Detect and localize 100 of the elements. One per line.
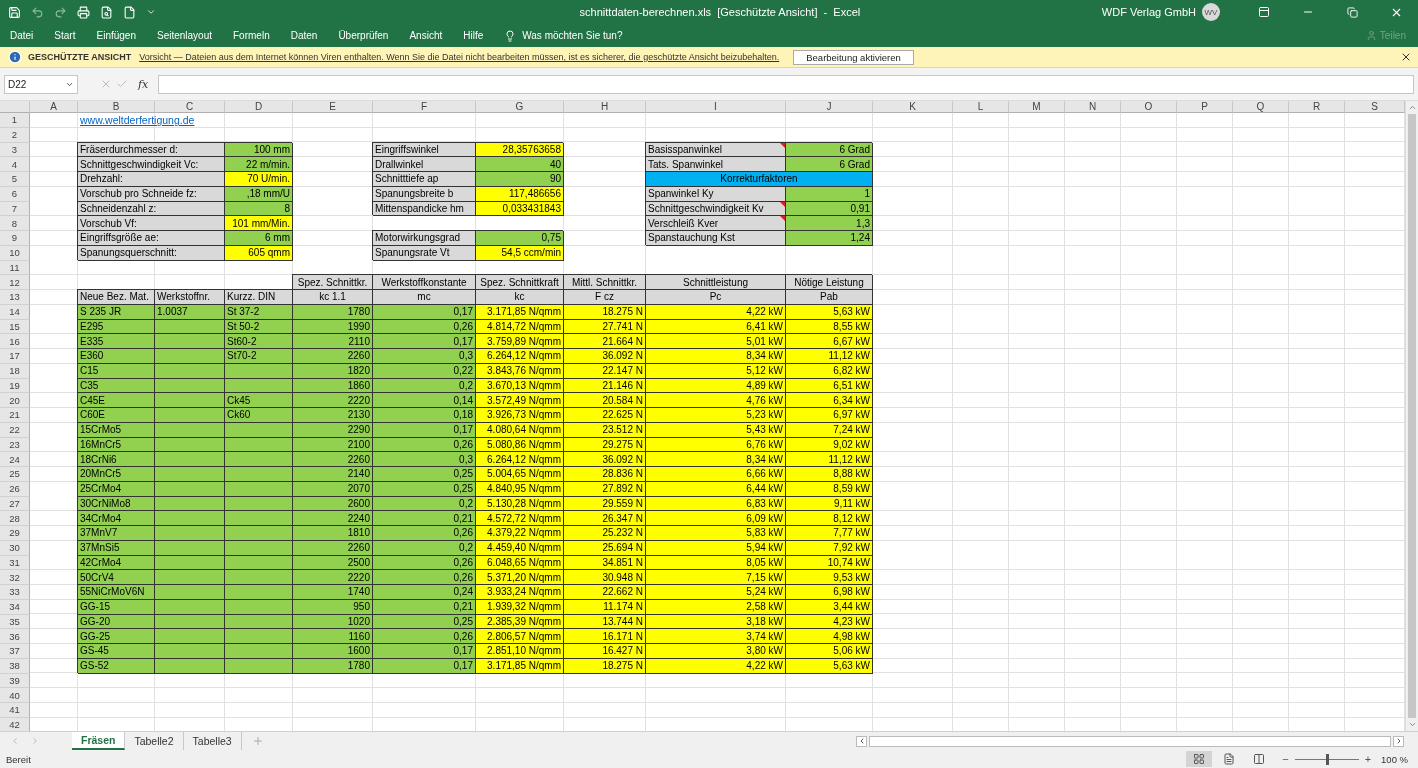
column-header[interactable]: J <box>786 101 873 113</box>
printer-icon[interactable] <box>77 5 90 19</box>
row-header[interactable]: 41 <box>0 703 30 718</box>
column-header[interactable]: D <box>225 101 293 113</box>
row-header[interactable]: 9 <box>0 231 30 246</box>
column-header[interactable]: R <box>1289 101 1345 113</box>
user-avatar[interactable]: WV <box>1202 3 1220 21</box>
restore-icon[interactable] <box>1346 6 1358 18</box>
column-header[interactable]: A <box>30 101 78 113</box>
print-preview-icon[interactable] <box>100 5 113 19</box>
row-header[interactable]: 17 <box>0 349 30 364</box>
row-header[interactable]: 12 <box>0 275 30 290</box>
section-heading: Korrekturfaktoren <box>646 172 873 187</box>
view-button[interactable] <box>1186 751 1213 767</box>
column-header[interactable]: K <box>873 101 953 113</box>
name-box[interactable]: D22 <box>4 74 78 94</box>
table-cell: 1.0037 <box>155 304 225 320</box>
table-cell: 8,34 kW <box>646 349 786 364</box>
table-cell: 2,58 kW <box>646 599 786 615</box>
new-file-icon[interactable] <box>123 5 136 19</box>
save-icon[interactable] <box>8 5 21 19</box>
tell-me-field[interactable]: Was möchten Sie tun? <box>522 30 623 41</box>
insert-function-button[interactable]: fx <box>138 77 149 91</box>
ribbon-display-icon[interactable] <box>1258 6 1270 18</box>
scroll-up-icon[interactable] <box>1407 103 1417 112</box>
column-header[interactable]: G <box>476 101 564 113</box>
row-header[interactable]: 33 <box>0 585 30 600</box>
table-cell: 70 U/min. <box>225 172 293 187</box>
column-header[interactable]: P <box>1177 101 1233 113</box>
column-header[interactable]: N <box>1065 101 1121 113</box>
row-header[interactable]: 16 <box>0 334 30 349</box>
column-heading: Pc <box>646 290 786 305</box>
column-header[interactable]: F <box>373 101 476 113</box>
column-header[interactable]: S <box>1345 101 1405 113</box>
sheet-tab[interactable]: Fräsen <box>72 732 126 750</box>
window-title: schnittdaten-berechnen.xls [Geschützte Ansicht] - Excel <box>578 6 862 18</box>
row-header[interactable]: 25 <box>0 467 30 482</box>
table-cell: Spanungsquerschnitt: <box>78 245 225 261</box>
warning-link[interactable]: Vorsicht — Dateien aus dem Internet können Viren enthalten. Wenn Sie die Datei nicht bearbeiten müssen, ist es sicherer, die geschützte Ansicht beizubehalten. <box>139 52 780 62</box>
row-header[interactable]: 29 <box>0 526 30 541</box>
column-header[interactable]: E <box>293 101 373 113</box>
column-header[interactable]: M <box>1009 101 1065 113</box>
table-cell: 2260 <box>293 540 373 556</box>
menu-tab[interactable]: Start <box>54 30 76 41</box>
vertical-scrollbar[interactable] <box>1405 101 1418 731</box>
row-header[interactable]: 37 <box>0 644 30 659</box>
row-header[interactable]: 24 <box>0 452 30 467</box>
status-text: Bereit <box>6 753 32 765</box>
column-header[interactable]: C <box>155 101 225 113</box>
row-header[interactable]: 1 <box>0 113 30 128</box>
table-cell: 0,3 <box>373 349 476 364</box>
table-cell: 2260 <box>293 349 373 364</box>
close-icon[interactable] <box>1400 51 1412 63</box>
row-header[interactable]: 21 <box>0 408 30 423</box>
table-cell: 1820 <box>293 363 373 379</box>
formula-input[interactable] <box>158 74 1414 94</box>
row-header[interactable]: 20 <box>0 393 30 408</box>
column-header[interactable]: I <box>646 101 786 113</box>
undo-icon[interactable] <box>31 5 44 19</box>
table-cell: 5.004,65 N/qmm <box>476 467 564 482</box>
column-header[interactable]: L <box>953 101 1009 113</box>
column-header[interactable]: B <box>78 101 155 113</box>
table-cell: 7,24 kW <box>786 422 873 438</box>
row-header[interactable]: 4 <box>0 157 30 172</box>
row-header[interactable]: 40 <box>0 688 30 703</box>
worksheet-grid[interactable] <box>0 113 1405 731</box>
table-cell: 3.171,85 N/qmm <box>476 658 564 674</box>
menu-tab[interactable]: Daten <box>290 30 318 41</box>
menu-tab[interactable]: Datei <box>10 30 34 41</box>
row-header[interactable]: 28 <box>0 511 30 526</box>
table-cell: 5,63 kW <box>786 658 873 674</box>
table-cell: Spanungsbreite b <box>373 186 476 202</box>
column-heading: mc <box>373 290 476 305</box>
table-cell: 0,25 <box>373 481 476 497</box>
table-cell: 5,12 kW <box>646 363 786 379</box>
menu-tab[interactable]: Überprüfen <box>338 30 389 41</box>
redo-icon[interactable] <box>54 5 67 19</box>
row-header[interactable]: 8 <box>0 216 30 231</box>
menu-tab[interactable]: Ansicht <box>409 30 443 41</box>
menu-tab[interactable]: Formeln <box>233 30 270 41</box>
column-header[interactable]: Q <box>1233 101 1289 113</box>
customize-caret-icon[interactable] <box>146 7 156 17</box>
table-cell: Vorschub pro Schneide fz: <box>78 186 225 202</box>
column-header[interactable]: H <box>564 101 646 113</box>
website-link[interactable]: www.weltderfertigung.de <box>78 113 225 128</box>
scroll-down-icon[interactable] <box>1407 720 1417 729</box>
menu-tab[interactable]: Seitenlayout <box>156 30 212 41</box>
row-header[interactable]: 32 <box>0 570 30 585</box>
table-cell: 37MnV7 <box>78 526 155 541</box>
table-cell: 54,5 ccm/min <box>476 245 564 261</box>
zoom-in-button[interactable]: + <box>1364 753 1372 765</box>
row-header[interactable]: 13 <box>0 290 30 305</box>
column-header[interactable]: O <box>1121 101 1177 113</box>
table-cell: Spanstauchung Kst <box>646 231 786 246</box>
row-header[interactable]: 5 <box>0 172 30 187</box>
menu-tab[interactable]: Einfügen <box>96 30 136 41</box>
zoom-out-button[interactable]: − <box>1282 753 1289 765</box>
row-header[interactable]: 36 <box>0 629 30 644</box>
menu-tab[interactable]: Hilfe <box>463 30 484 41</box>
enable-editing-button[interactable]: Bearbeitung aktivieren <box>793 49 914 65</box>
